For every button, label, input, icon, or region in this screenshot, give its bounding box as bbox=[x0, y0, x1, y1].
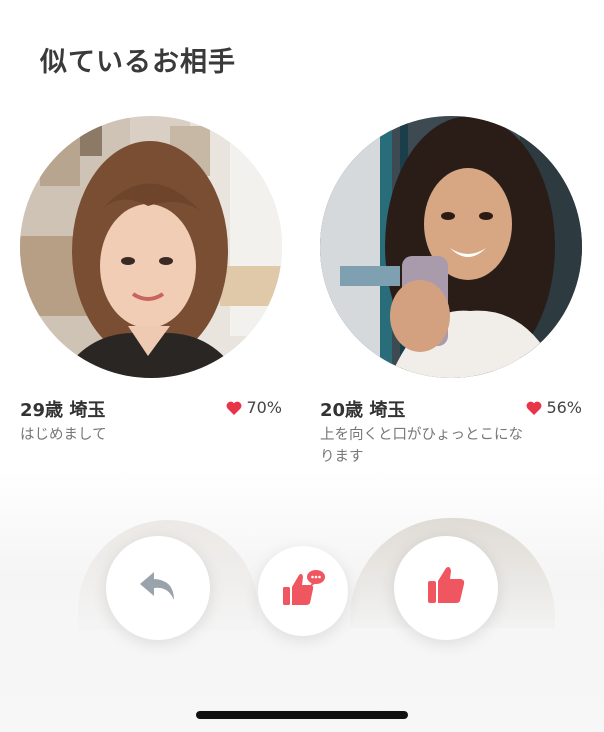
profile-message: はじめまして bbox=[20, 427, 107, 443]
profile-message: 上を向くと口がひょっとこにな ります bbox=[320, 427, 523, 465]
like-button[interactable] bbox=[394, 536, 498, 640]
heart-icon bbox=[526, 401, 542, 415]
thumbs-up-icon bbox=[424, 565, 468, 611]
match-percent: 70% bbox=[246, 398, 282, 417]
home-indicator[interactable] bbox=[196, 711, 408, 719]
profile-photo-2[interactable] bbox=[320, 116, 582, 378]
age-location: 20歳 埼玉 bbox=[320, 400, 406, 421]
profile-card-2[interactable]: 20歳 埼玉 56% 上を向くと口がひょっとこにな ります bbox=[320, 116, 582, 476]
profile-info-1: 29歳 埼玉 70% bbox=[20, 396, 282, 422]
heart-icon bbox=[226, 401, 242, 415]
page-title: 似ているお相手 bbox=[40, 47, 236, 78]
profile-card-1[interactable]: 29歳 埼玉 70% はじめまして bbox=[20, 116, 282, 456]
age-location: 29歳 埼玉 bbox=[20, 400, 106, 421]
like-with-message-button[interactable] bbox=[258, 546, 348, 636]
profile-photo-1[interactable] bbox=[20, 116, 282, 378]
undo-arrow-icon bbox=[136, 568, 180, 608]
match-rate: 70% bbox=[226, 398, 282, 417]
profile-info-2: 20歳 埼玉 56% bbox=[320, 396, 582, 422]
match-percent: 56% bbox=[546, 398, 582, 417]
match-rate: 56% bbox=[526, 398, 582, 417]
undo-button[interactable] bbox=[106, 536, 210, 640]
like-with-message-icon bbox=[279, 567, 327, 615]
